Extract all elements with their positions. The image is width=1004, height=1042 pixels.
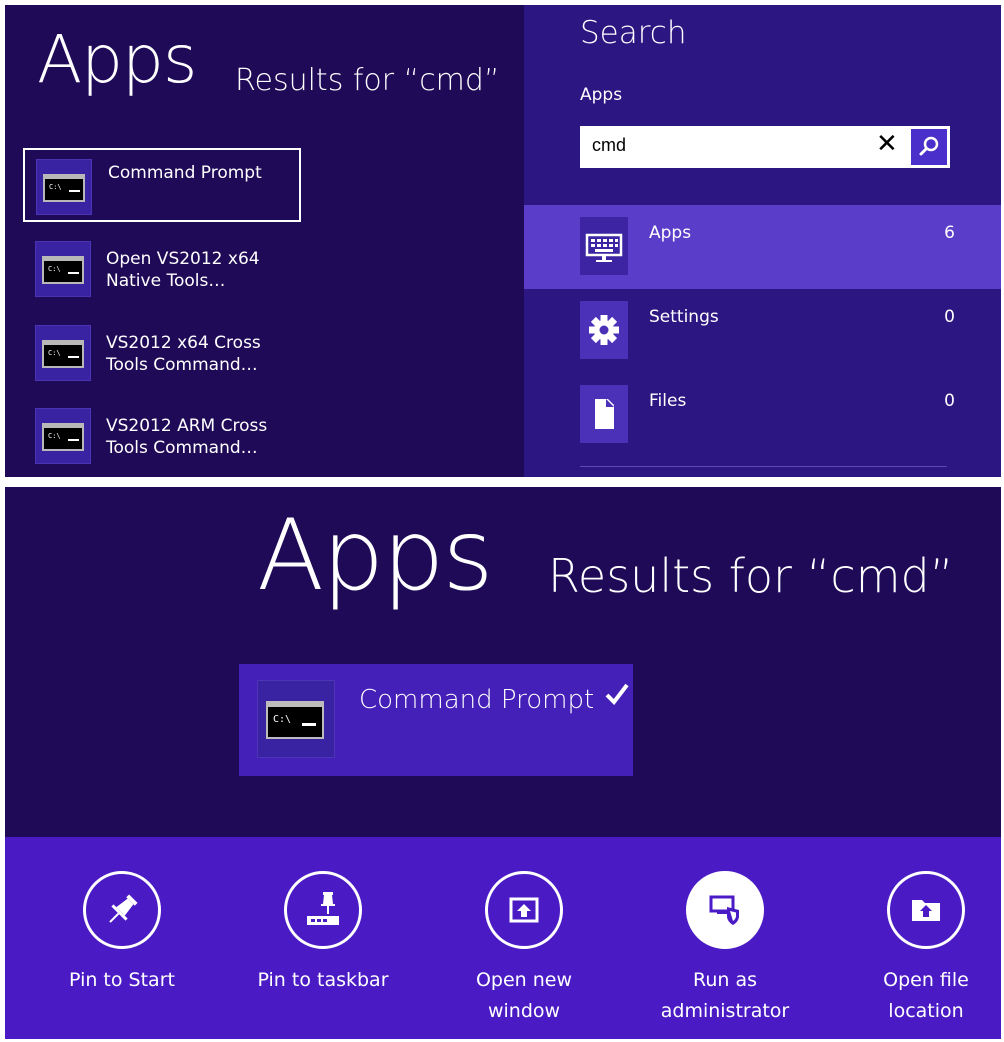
pin-taskbar-icon [284, 871, 362, 949]
category-count: 6 [944, 223, 955, 243]
search-button[interactable] [911, 129, 947, 165]
result-vs2012-x64-cross[interactable]: C:\ VS2012 x64 Cross Tools Command… [23, 314, 301, 388]
search-icon [919, 136, 939, 156]
command-label: Open new window [475, 969, 573, 1022]
selection-screen: Apps Results for “cmd” C:\ Command Promp… [5, 487, 1001, 1039]
pin-to-taskbar-button[interactable]: Pin to taskbar [238, 837, 408, 1039]
command-label: Pin to taskbar [257, 969, 389, 991]
divider [580, 466, 947, 467]
category-label: Files [649, 391, 687, 411]
open-new-window-button[interactable]: Open new window [439, 837, 609, 1039]
command-label: Run as administrator [660, 969, 790, 1022]
category-files[interactable]: Files 0 [524, 373, 1001, 457]
file-icon [580, 385, 628, 443]
result-open-vs2012-x64[interactable]: C:\ Open VS2012 x64 Native Tools… [23, 230, 301, 304]
category-apps[interactable]: Apps 6 [524, 205, 1001, 289]
search-scope-label: Apps [580, 85, 623, 105]
result-label: VS2012 ARM Cross Tools Command… [106, 416, 268, 458]
command-prompt-icon: C:\ [35, 325, 91, 381]
result-command-prompt[interactable]: C:\ Command Prompt [23, 148, 301, 222]
command-prompt-icon: C:\ [257, 680, 335, 758]
settings-gear-icon [580, 301, 628, 359]
command-prompt-icon: C:\ [35, 241, 91, 297]
search-box: ✕ [580, 126, 950, 168]
result-vs2012-arm-cross[interactable]: C:\ VS2012 ARM Cross Tools Command… [23, 397, 301, 471]
results-query-label: Results for “cmd” [235, 63, 500, 98]
category-label: Settings [649, 307, 719, 327]
clear-search-icon[interactable]: ✕ [876, 129, 898, 159]
command-prompt-icon: C:\ [35, 408, 91, 464]
category-label: Apps [649, 223, 692, 243]
selected-app-name: Command Prompt [359, 685, 595, 715]
results-query-label: Results for “cmd” [548, 549, 954, 603]
checkmark-icon [605, 683, 629, 705]
search-results-panel: Apps Results for “cmd” C:\ Command Promp… [5, 5, 524, 477]
new-window-icon [485, 871, 563, 949]
folder-icon [887, 871, 965, 949]
search-charm-title: Search [580, 15, 687, 51]
search-input[interactable] [592, 135, 842, 156]
shield-admin-icon [686, 871, 764, 949]
command-label: Open file location [883, 969, 969, 1022]
result-label: Command Prompt [108, 163, 262, 183]
apps-keyboard-icon [580, 217, 628, 275]
command-label: Pin to Start [69, 969, 175, 991]
pin-to-start-button[interactable]: Pin to Start [37, 837, 207, 1039]
command-prompt-icon: C:\ [36, 159, 92, 215]
search-charm: Search Apps ✕ [524, 5, 1001, 477]
category-settings[interactable]: Settings 0 [524, 289, 1001, 373]
result-label: Open VS2012 x64 Native Tools… [106, 249, 260, 291]
result-label: VS2012 x64 Cross Tools Command… [106, 333, 261, 375]
search-screen: Apps Results for “cmd” C:\ Command Promp… [5, 5, 1001, 477]
category-count: 0 [944, 391, 955, 411]
pin-icon [83, 871, 161, 949]
app-bar: Pin to Start Pin to taskbar Open new win… [5, 837, 1001, 1039]
run-as-administrator-button[interactable]: Run as administrator [640, 837, 810, 1039]
selected-app-tile[interactable]: C:\ Command Prompt [239, 664, 633, 776]
category-count: 0 [944, 307, 955, 327]
open-file-location-button[interactable]: Open file location [841, 837, 1004, 1039]
results-heading: Apps [257, 499, 494, 613]
results-heading: Apps [37, 21, 197, 98]
